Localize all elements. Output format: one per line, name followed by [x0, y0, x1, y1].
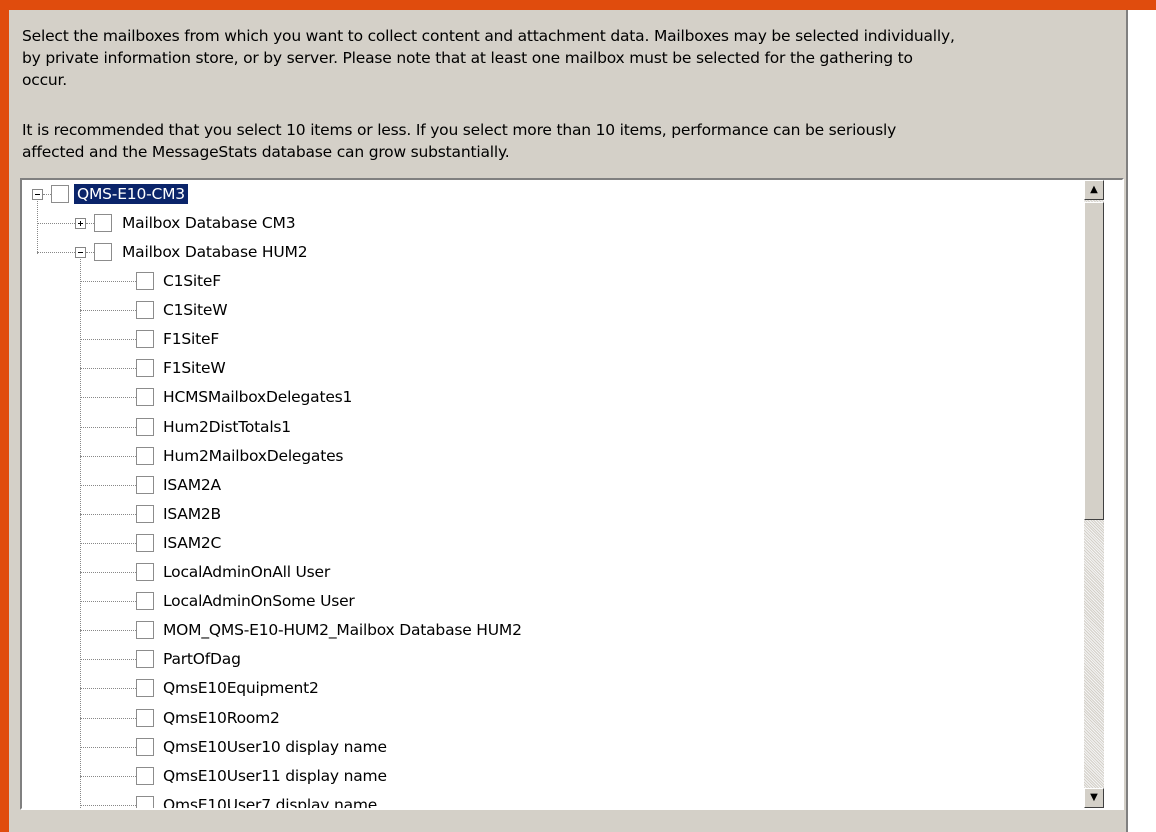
tree-connector — [80, 805, 136, 806]
mailbox-checkbox[interactable] — [136, 330, 154, 348]
tree-connector — [80, 776, 136, 777]
mailbox-label[interactable]: QmsE10User11 display name — [163, 767, 387, 785]
accent-border-left — [0, 0, 9, 832]
tree-connector — [80, 543, 136, 544]
mailbox-checkbox[interactable] — [136, 738, 154, 756]
tree-connector — [80, 514, 136, 515]
tree-connector — [80, 688, 136, 689]
mailbox-label[interactable]: QmsE10User10 display name — [163, 738, 387, 756]
mailbox-checkbox[interactable] — [136, 563, 154, 581]
tree-connector — [37, 223, 75, 224]
mailbox-label[interactable]: QmsE10Equipment2 — [163, 679, 319, 697]
mailbox-checkbox[interactable] — [136, 534, 154, 552]
mailbox-label[interactable]: Hum2MailboxDelegates — [163, 447, 343, 465]
tree-connector — [86, 223, 94, 224]
database-checkbox[interactable] — [94, 214, 112, 232]
mailbox-checkbox[interactable] — [136, 592, 154, 610]
mailbox-label[interactable]: LocalAdminOnAll User — [163, 563, 330, 581]
tree-connector — [80, 572, 136, 573]
tree-connector — [80, 718, 136, 719]
accent-border-top — [0, 0, 1156, 10]
tree-connector — [86, 252, 94, 253]
tree-connector — [80, 339, 136, 340]
instruction-line: occur. — [22, 71, 68, 89]
mailbox-checkbox[interactable] — [136, 505, 154, 523]
dialog-frame: Select the mailboxes from which you want… — [0, 0, 1156, 832]
mailbox-label[interactable]: PartOfDag — [163, 650, 241, 668]
instruction-line: Select the mailboxes from which you want… — [22, 27, 955, 45]
database-checkbox[interactable] — [94, 243, 112, 261]
tree-connector — [80, 485, 136, 486]
mailbox-label[interactable]: ISAM2B — [163, 505, 221, 523]
database-label[interactable]: Mailbox Database CM3 — [122, 214, 296, 232]
mailbox-label[interactable]: Hum2DistTotals1 — [163, 418, 291, 436]
mailbox-checkbox[interactable] — [136, 476, 154, 494]
collapse-icon[interactable] — [75, 247, 86, 258]
mailbox-label[interactable]: QmsE10User7 display name — [163, 796, 377, 808]
mailbox-checkbox[interactable] — [136, 650, 154, 668]
database-label[interactable]: Mailbox Database HUM2 — [122, 243, 308, 261]
mailbox-label[interactable]: F1SiteW — [163, 359, 226, 377]
panel-edge — [1126, 10, 1128, 832]
mailbox-tree-view[interactable]: QMS-E10-CM3 Mailbox Database CM3 Mailbox… — [20, 178, 1124, 810]
mailbox-checkbox[interactable] — [136, 272, 154, 290]
tree-connector — [80, 630, 136, 631]
mailbox-label[interactable]: ISAM2A — [163, 476, 221, 494]
tree-connector — [37, 252, 75, 253]
server-label[interactable]: QMS-E10-CM3 — [74, 184, 188, 204]
recommendation-paragraph: It is recommended that you select 10 ite… — [22, 119, 1102, 163]
mailbox-label[interactable]: QmsE10Room2 — [163, 709, 280, 727]
tree-connector — [80, 252, 81, 808]
mailbox-label[interactable]: F1SiteF — [163, 330, 219, 348]
mailbox-label[interactable]: MOM_QMS-E10-HUM2_Mailbox Database HUM2 — [163, 621, 522, 639]
mailbox-label[interactable]: HCMSMailboxDelegates1 — [163, 388, 352, 406]
tree-connector — [80, 659, 136, 660]
mailbox-checkbox[interactable] — [136, 418, 154, 436]
mailbox-label[interactable]: ISAM2C — [163, 534, 221, 552]
mailbox-label[interactable]: C1SiteW — [163, 301, 228, 319]
tree-connector — [80, 601, 136, 602]
mailbox-checkbox[interactable] — [136, 388, 154, 406]
instruction-paragraph: Select the mailboxes from which you want… — [22, 25, 1102, 91]
tree-connector — [80, 397, 136, 398]
collapse-icon[interactable] — [32, 189, 43, 200]
mailbox-checkbox[interactable] — [136, 709, 154, 727]
tree-connector — [80, 281, 136, 282]
mailbox-checkbox[interactable] — [136, 767, 154, 785]
server-checkbox[interactable] — [51, 185, 69, 203]
tree-connector — [80, 747, 136, 748]
instruction-line: by private information store, or by serv… — [22, 49, 913, 67]
recommendation-line: It is recommended that you select 10 ite… — [22, 121, 897, 139]
tree-connector — [80, 427, 136, 428]
mailbox-checkbox[interactable] — [136, 447, 154, 465]
scroll-down-arrow-icon[interactable]: ▼ — [1084, 788, 1104, 808]
vertical-scrollbar[interactable]: ▲ ▼ — [1084, 180, 1104, 808]
mailbox-checkbox[interactable] — [136, 621, 154, 639]
tree-connector — [80, 456, 136, 457]
recommendation-line: affected and the MessageStats database c… — [22, 143, 510, 161]
tree-connector — [43, 194, 51, 195]
scrollbar-thumb[interactable] — [1084, 202, 1104, 520]
tree-connector — [80, 310, 136, 311]
tree-connector — [80, 368, 136, 369]
tree-connector — [37, 194, 38, 254]
mailbox-checkbox[interactable] — [136, 679, 154, 697]
expand-icon[interactable] — [75, 218, 86, 229]
mailbox-checkbox[interactable] — [136, 301, 154, 319]
mailbox-label[interactable]: LocalAdminOnSome User — [163, 592, 355, 610]
mailbox-checkbox[interactable] — [136, 359, 154, 377]
tree-content: QMS-E10-CM3 Mailbox Database CM3 Mailbox… — [22, 180, 1080, 808]
mailbox-label[interactable]: C1SiteF — [163, 272, 221, 290]
scroll-up-arrow-icon[interactable]: ▲ — [1084, 180, 1104, 200]
mailbox-checkbox[interactable] — [136, 796, 154, 808]
